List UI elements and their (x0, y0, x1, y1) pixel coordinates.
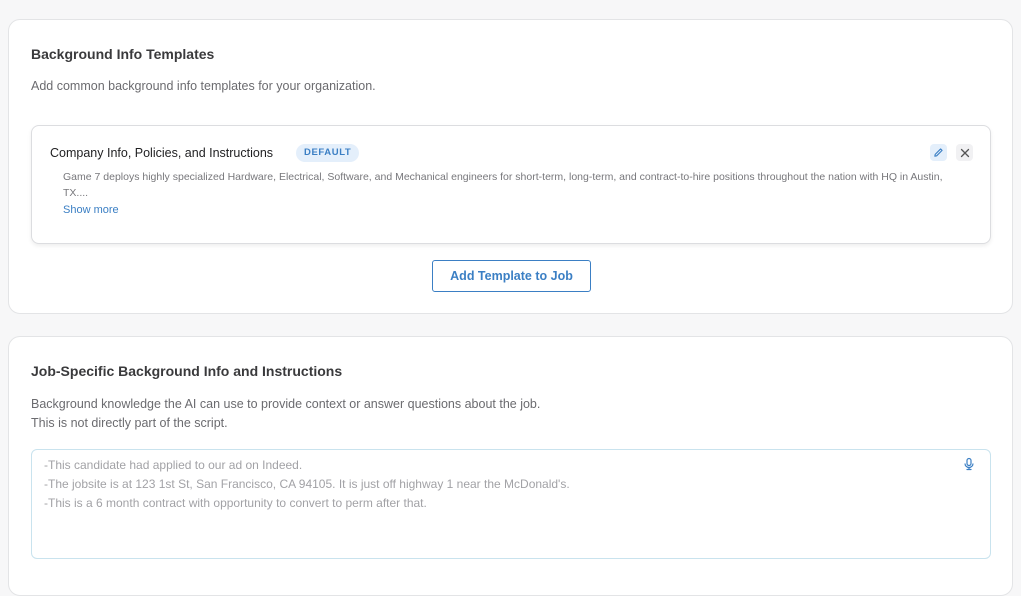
description-line: This is not directly part of the script. (31, 416, 228, 430)
description-line: Background knowledge the AI can use to p… (31, 397, 541, 411)
template-name: Company Info, Policies, and Instructions (50, 146, 274, 160)
background-info-textarea[interactable]: -This candidate had applied to our ad on… (31, 449, 991, 559)
show-more-link[interactable]: Show more (63, 204, 119, 216)
placeholder-line: -This is a 6 month contract with opportu… (44, 496, 427, 510)
template-card: Company Info, Policies, and Instructions… (31, 125, 991, 244)
placeholder-line: -The jobsite is at 123 1st St, San Franc… (44, 477, 570, 491)
section-title: Job-Specific Background Info and Instruc… (31, 363, 343, 379)
section-description: Add common background info templates for… (31, 79, 376, 93)
default-badge: DEFAULT (296, 144, 360, 162)
microphone-icon[interactable] (962, 457, 976, 471)
background-templates-card: Background Info Templates Add common bac… (8, 19, 1013, 314)
pencil-icon (934, 148, 943, 157)
template-body: Game 7 deploys highly specialized Hardwa… (63, 171, 943, 199)
edit-template-button[interactable] (930, 144, 947, 161)
job-specific-card: Job-Specific Background Info and Instruc… (8, 336, 1013, 596)
section-title: Background Info Templates (31, 46, 215, 62)
placeholder-line: -This candidate had applied to our ad on… (44, 458, 303, 472)
remove-template-button[interactable] (956, 144, 973, 161)
add-template-button[interactable]: Add Template to Job (432, 260, 591, 292)
close-icon (960, 148, 969, 157)
section-description: Background knowledge the AI can use to p… (31, 395, 540, 433)
